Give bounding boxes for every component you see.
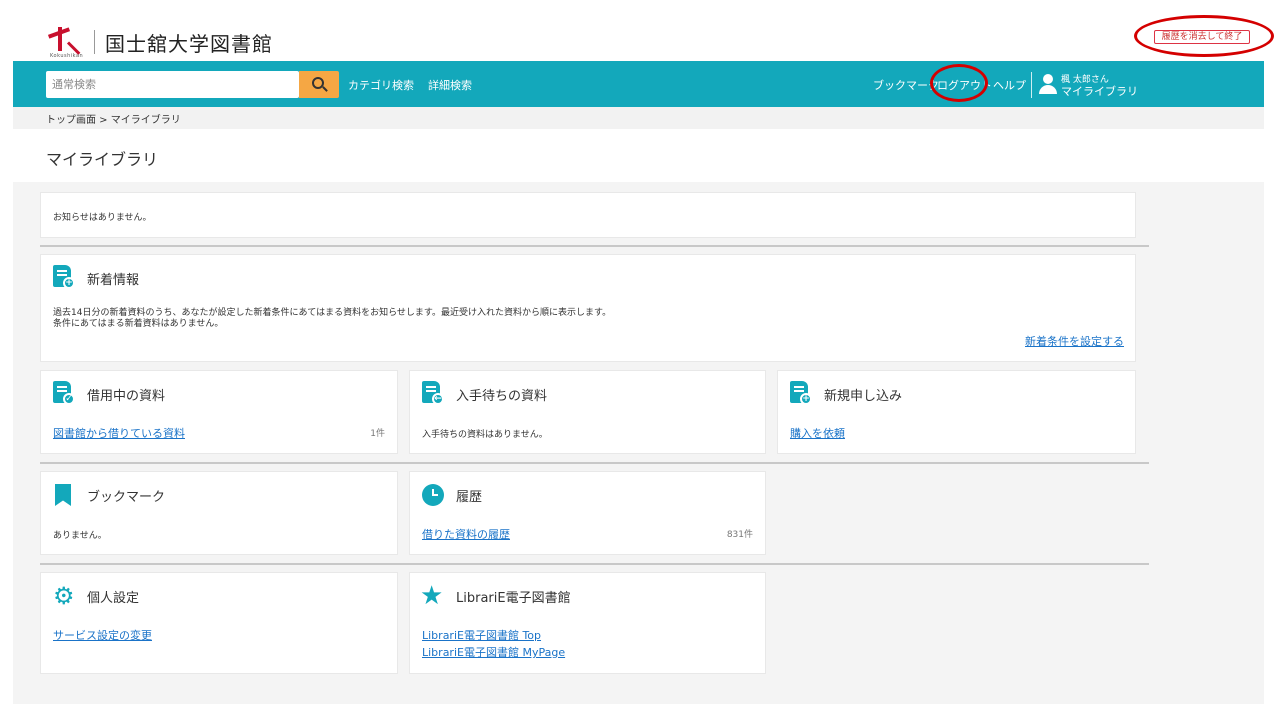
purchase-request-link[interactable]: 購入を依頼 (790, 425, 845, 441)
notice-text: お知らせはありません。 (53, 213, 152, 223)
help-link[interactable]: ヘルプ (993, 77, 1026, 93)
nav-bar: カテゴリ検索 詳細検索 ブックマーク ログアウト ヘルプ 楓 太郎さん マイライ… (13, 61, 1264, 107)
breadcrumb[interactable]: トップ画面 > マイライブラリ (46, 111, 181, 126)
waiting-text: 入手待ちの資料はありません。 (422, 430, 548, 440)
settings-title: 個人設定 (87, 591, 140, 606)
section-divider (40, 462, 1149, 464)
new-arrivals-empty: 条件にあてはまる新着資料はありません。 (53, 319, 224, 329)
waiting-book-icon: ← (422, 381, 444, 405)
content-area: お知らせはありません。 + 新着情報 過去14日分の新着資料のうち、あなたが設定… (13, 182, 1264, 704)
library-name: 国士舘大学図書館 (105, 31, 273, 56)
bookmarks-card: ブックマーク ありません。 (40, 471, 398, 555)
librarie-card: ★ LibrariE電子図書館 LibrariE電子図書館 Top Librar… (409, 572, 766, 674)
request-book-icon: + (790, 381, 812, 405)
set-new-arrival-conditions-link[interactable]: 新着条件を設定する (1025, 333, 1124, 349)
page: Kokushikan 国士舘大学図書館 履歴を消去して終了 カテゴリ検索 詳細検… (0, 0, 1280, 720)
history-title: 履歴 (456, 490, 483, 505)
category-search-link[interactable]: カテゴリ検索 (348, 77, 414, 93)
history-count: 831件 (726, 530, 753, 540)
section-divider (40, 563, 1149, 565)
search-button[interactable] (299, 71, 339, 98)
waiting-card: ← 入手待ちの資料 入手待ちの資料はありません。 (409, 370, 766, 454)
bookmark-icon (55, 484, 71, 506)
page-title: マイライブラリ (46, 150, 159, 169)
bookmark-link[interactable]: ブックマーク (873, 77, 939, 93)
logo-separator (94, 30, 95, 54)
new-request-title: 新規申し込み (824, 389, 903, 404)
clock-icon (422, 484, 444, 506)
borrowing-title: 借用中の資料 (87, 389, 166, 404)
clear-history-exit-button[interactable]: 履歴を消去して終了 (1154, 30, 1250, 44)
star-icon: ★ (420, 581, 444, 611)
gear-icon: ⚙ (53, 582, 75, 610)
history-card: 履歴 借りた資料の履歴 831件 (409, 471, 766, 555)
borrowed-book-icon: ✓ (53, 381, 75, 405)
librarie-mypage-link[interactable]: LibrariE電子図書館 MyPage (422, 644, 565, 660)
bookmarks-title: ブックマーク (87, 490, 166, 505)
search-input[interactable] (46, 71, 299, 98)
my-library-link[interactable]: マイライブラリ (1061, 83, 1138, 99)
waiting-title: 入手待ちの資料 (456, 389, 548, 404)
logo-subtext: Kokushikan (50, 53, 84, 59)
new-request-card: + 新規申し込み 購入を依頼 (777, 370, 1136, 454)
notice-card: お知らせはありません。 (40, 192, 1136, 238)
borrowing-history-link[interactable]: 借りた資料の履歴 (422, 526, 510, 542)
borrowed-items-link[interactable]: 図書館から借りている資料 (53, 425, 185, 441)
service-settings-link[interactable]: サービス設定の変更 (53, 627, 152, 643)
logo-mark-icon: Kokushikan (44, 25, 90, 59)
bookmarks-text: ありません。 (53, 531, 107, 541)
advanced-search-link[interactable]: 詳細検索 (428, 77, 472, 93)
settings-card: ⚙ 個人設定 サービス設定の変更 (40, 572, 398, 674)
new-arrivals-title: 新着情報 (87, 273, 140, 288)
librarie-top-link[interactable]: LibrariE電子図書館 Top (422, 627, 541, 643)
borrowing-card: ✓ 借用中の資料 図書館から借りている資料 1件 (40, 370, 398, 454)
nav-separator (1031, 72, 1032, 98)
logout-link[interactable]: ログアウト (937, 77, 992, 93)
section-divider (40, 245, 1149, 247)
library-logo[interactable]: Kokushikan 国士舘大学図書館 (44, 24, 273, 60)
user-icon (1039, 74, 1057, 94)
borrowed-count: 1件 (370, 429, 385, 439)
new-arrivals-icon: + (53, 265, 75, 289)
librarie-title: LibrariE電子図書館 (456, 591, 571, 606)
breadcrumb-bar: トップ画面 > マイライブラリ (13, 107, 1264, 129)
new-arrivals-card: + 新着情報 過去14日分の新着資料のうち、あなたが設定した新着条件にあてはまる… (40, 254, 1136, 362)
